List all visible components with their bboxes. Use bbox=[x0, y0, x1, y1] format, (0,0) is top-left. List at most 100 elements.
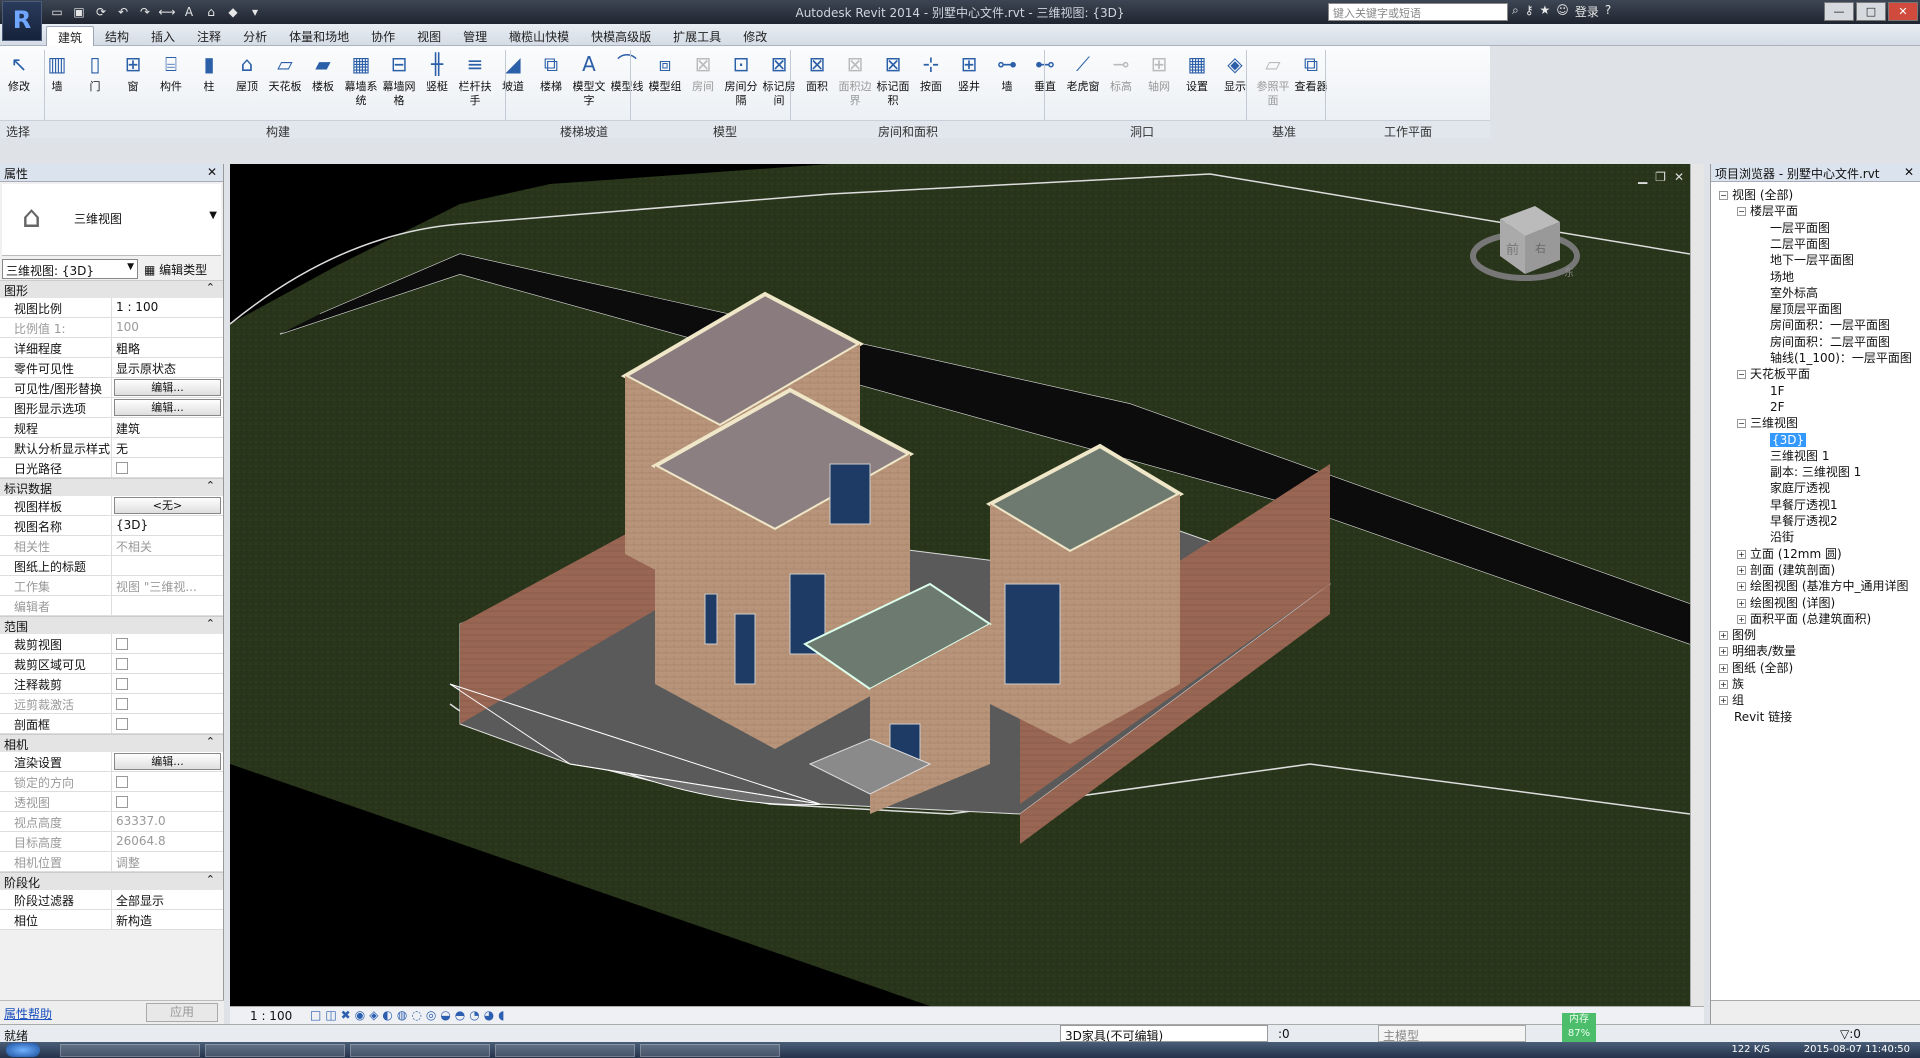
browser-node[interactable]: + 图例 bbox=[1719, 626, 1756, 644]
tab-3[interactable]: 注释 bbox=[186, 26, 232, 48]
expand-icon[interactable]: + bbox=[1719, 631, 1728, 641]
tool-area-button[interactable]: ⊠ 面积 bbox=[798, 46, 836, 118]
browser-node[interactable]: 地下一层平面图 bbox=[1755, 251, 1854, 269]
expand-icon[interactable]: + bbox=[1737, 565, 1746, 575]
property-value[interactable]: 显示原状态 bbox=[112, 358, 223, 377]
property-edit-button[interactable]: <无> bbox=[114, 497, 221, 514]
property-edit-button[interactable]: 编辑... bbox=[114, 753, 221, 770]
properties-help-link[interactable]: 属性帮助 bbox=[4, 1005, 52, 1022]
close-view-icon[interactable]: ✕ bbox=[1674, 170, 1684, 184]
tool-tag-room-button[interactable]: ⊠ 标记房间 bbox=[760, 46, 798, 118]
browser-node[interactable]: 沿街 bbox=[1755, 528, 1794, 546]
tool-model-text-button[interactable]: A 模型文字 bbox=[570, 46, 608, 118]
taskbar-app[interactable] bbox=[350, 1044, 490, 1057]
property-section-header[interactable]: 阶段化 ⌃ bbox=[0, 872, 223, 890]
tab-8[interactable]: 管理 bbox=[452, 26, 498, 48]
collapse-icon[interactable]: − bbox=[1737, 370, 1746, 380]
editable-count[interactable]: :0 bbox=[1278, 1027, 1290, 1041]
browser-node[interactable]: 1F bbox=[1755, 382, 1785, 400]
browser-node[interactable]: 室外标高 bbox=[1755, 284, 1818, 302]
browser-node[interactable]: 2F bbox=[1755, 398, 1785, 416]
property-value[interactable] bbox=[112, 556, 223, 575]
tool-grid-button[interactable]: ⊞ 轴网 bbox=[1140, 46, 1178, 118]
property-value[interactable]: {3D} bbox=[112, 516, 223, 535]
browser-footer-scrollbar[interactable] bbox=[1711, 1000, 1920, 1024]
browser-node[interactable]: 轴线(1_100)：一层平面图 bbox=[1755, 349, 1912, 367]
property-value[interactable]: 全部显示 bbox=[112, 890, 223, 909]
property-section-header[interactable]: 范围 ⌃ bbox=[0, 616, 223, 634]
expand-icon[interactable]: + bbox=[1719, 663, 1728, 673]
property-value[interactable]: 新构造 bbox=[112, 910, 223, 929]
tool-by-face-button[interactable]: ⊹ 按面 bbox=[912, 46, 950, 118]
property-checkbox[interactable] bbox=[116, 638, 128, 650]
expand-icon[interactable]: + bbox=[1719, 647, 1728, 657]
restore-view-icon[interactable]: ❐ bbox=[1655, 170, 1666, 184]
property-checkbox[interactable] bbox=[116, 678, 128, 690]
collapse-icon[interactable]: − bbox=[1737, 419, 1746, 429]
browser-node[interactable]: 房间面积：二层平面图 bbox=[1755, 333, 1890, 351]
collapse-icon[interactable]: ⌃ bbox=[206, 479, 215, 492]
expand-icon[interactable]: + bbox=[1737, 582, 1746, 592]
browser-node[interactable]: Revit 链接 bbox=[1719, 708, 1792, 726]
browser-node[interactable]: − 三维视图 bbox=[1737, 414, 1798, 432]
key-icon[interactable]: ⚷ bbox=[1525, 3, 1534, 20]
user-icon[interactable]: ☺ bbox=[1556, 3, 1569, 20]
tool-curtain-grid-button[interactable]: ⊟ 幕墙网格 bbox=[380, 46, 418, 118]
minimize-view-icon[interactable]: ▁ bbox=[1638, 170, 1647, 184]
tab-7[interactable]: 视图 bbox=[406, 26, 452, 48]
property-checkbox[interactable] bbox=[116, 718, 128, 730]
start-button[interactable] bbox=[6, 1043, 40, 1057]
tool-ceiling-button[interactable]: ▱ 天花板 bbox=[266, 46, 304, 118]
property-section-header[interactable]: 相机 ⌃ bbox=[0, 734, 223, 752]
property-edit-button[interactable]: 编辑... bbox=[114, 379, 221, 396]
tab-5[interactable]: 体量和场地 bbox=[278, 26, 360, 48]
collapse-icon[interactable]: − bbox=[1719, 191, 1728, 200]
browser-node[interactable]: 早餐厅透视2 bbox=[1755, 512, 1838, 530]
edit-type-button[interactable]: ▦ 编辑类型 bbox=[144, 261, 207, 278]
tab-12[interactable]: 修改 bbox=[732, 26, 778, 48]
tab-4[interactable]: 分析 bbox=[232, 26, 278, 48]
tool-stair-button[interactable]: ⧉ 楼梯 bbox=[532, 46, 570, 118]
tab-2[interactable]: 插入 bbox=[140, 26, 186, 48]
tool-mullion-button[interactable]: ╫ 竖梃 bbox=[418, 46, 456, 118]
tool-window-button[interactable]: ⊞ 窗 bbox=[114, 46, 152, 118]
expand-icon[interactable]: + bbox=[1737, 614, 1746, 624]
revit-app-menu-button[interactable]: R bbox=[2, 1, 42, 41]
view-scale[interactable]: 1 : 100 bbox=[250, 1009, 292, 1023]
property-value[interactable]: 无 bbox=[112, 438, 223, 457]
browser-node[interactable]: − 视图 (全部) bbox=[1719, 186, 1793, 204]
browser-node[interactable]: 场地 bbox=[1755, 268, 1794, 286]
collapse-icon[interactable]: ⌃ bbox=[206, 281, 215, 294]
viewport-vertical-scrollbar[interactable] bbox=[1690, 164, 1704, 1006]
login-link[interactable]: 登录 bbox=[1575, 3, 1599, 20]
tab-6[interactable]: 协作 bbox=[360, 26, 406, 48]
taskbar-app[interactable] bbox=[60, 1044, 200, 1057]
browser-node[interactable]: + 图纸 (全部) bbox=[1719, 659, 1793, 677]
selection-filter[interactable]: ▽:0 bbox=[1840, 1027, 1861, 1041]
tool-model-group-button[interactable]: ⧈ 模型组 bbox=[646, 46, 684, 118]
property-value[interactable]: 1 : 100 bbox=[112, 298, 223, 317]
tool-ramp-button[interactable]: ◢ 坡道 bbox=[494, 46, 532, 118]
taskbar-app[interactable] bbox=[205, 1044, 345, 1057]
browser-node[interactable]: + 绘图视图 (基准方中_通用详图 bbox=[1737, 577, 1909, 595]
expand-icon[interactable]: + bbox=[1719, 696, 1728, 706]
browser-node[interactable]: − 楼层平面 bbox=[1737, 202, 1798, 220]
close-icon[interactable]: ✕ bbox=[207, 165, 217, 179]
tool-dormer-button[interactable]: ⟋ 老虎窗 bbox=[1064, 46, 1102, 118]
tab-11[interactable]: 扩展工具 bbox=[662, 26, 732, 48]
minimize-button[interactable]: — bbox=[1824, 2, 1854, 21]
tool-ref-plane-button[interactable]: ▱ 参照平面 bbox=[1254, 46, 1292, 118]
browser-node[interactable]: 房间面积：一层平面图 bbox=[1755, 316, 1890, 334]
expand-icon[interactable]: + bbox=[1737, 549, 1746, 559]
collapse-icon[interactable]: − bbox=[1737, 207, 1746, 217]
tool-curtain-system-button[interactable]: ▦ 幕墙系统 bbox=[342, 46, 380, 118]
star-icon[interactable]: ★ bbox=[1540, 3, 1551, 20]
browser-node[interactable]: 屋顶层平面图 bbox=[1755, 300, 1842, 318]
tab-9[interactable]: 橄榄山快模 bbox=[498, 26, 580, 48]
panel-room-area[interactable]: 房间和面积 bbox=[878, 123, 938, 140]
design-option-select[interactable]: 主模型 bbox=[1378, 1025, 1526, 1043]
property-section-header[interactable]: 标识数据 ⌃ bbox=[0, 478, 223, 496]
close-button[interactable]: ✕ bbox=[1888, 2, 1918, 21]
browser-node[interactable]: 副本: 三维视图 1 bbox=[1755, 463, 1861, 481]
property-checkbox[interactable] bbox=[116, 462, 128, 474]
